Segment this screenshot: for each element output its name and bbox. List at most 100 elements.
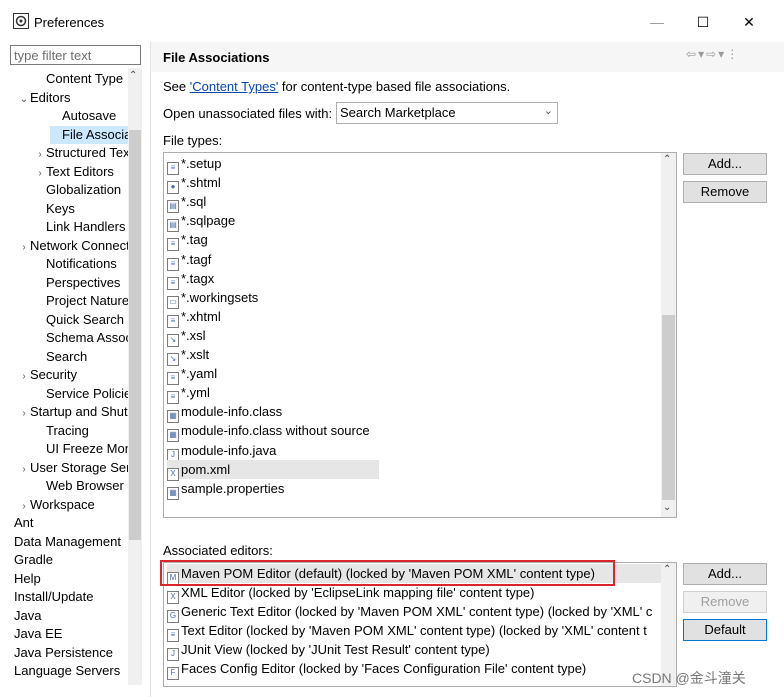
minimize-button[interactable]: — (634, 8, 680, 36)
file-type-row[interactable]: ≡ *.xhtml (167, 307, 221, 328)
file-type-label: *.tag (181, 232, 208, 248)
expand-right-icon[interactable]: › (18, 498, 30, 516)
file-type-row[interactable]: ≡ *.tagx (167, 269, 214, 290)
file-type-row[interactable]: ≡ *.tagf (167, 250, 211, 271)
content-types-link[interactable]: 'Content Types' (190, 79, 279, 94)
maximize-button[interactable]: ☐ (680, 8, 726, 36)
tree-item[interactable]: › Security (18, 366, 77, 384)
forward-icon[interactable]: ⇨ (706, 47, 718, 61)
scroll-up-icon[interactable]: ⌃ (663, 564, 671, 575)
tree-item-label: Install/Update (14, 589, 94, 604)
tree-scroll-up-icon[interactable]: ⌃ (129, 70, 137, 81)
tree-item[interactable]: Tracing (34, 422, 89, 440)
file-type-row[interactable]: ↘ *.xsl (167, 326, 206, 347)
file-type-row[interactable]: ▤ *.sqlpage (167, 211, 235, 233)
tree-item[interactable]: Autosave (50, 107, 116, 125)
remove-editor-button[interactable]: Remove (683, 591, 767, 613)
editor-label: Text Editor (locked by 'Maven POM XML' c… (181, 623, 647, 638)
tree-item[interactable]: Service Policies (34, 385, 138, 403)
tree-item[interactable]: Notifications (34, 255, 117, 273)
open-unassociated-select[interactable]: Search Marketplace ⌄ (336, 102, 558, 124)
open-unassociated-label: Open unassociated files with: (163, 106, 333, 121)
tree-item-label: Language Servers (14, 663, 121, 678)
back-menu-icon[interactable]: ▾ (698, 47, 706, 61)
tree-item[interactable]: Globalization (34, 181, 121, 199)
tree-item[interactable]: ›Startup and Shutdown (18, 403, 142, 421)
expand-down-icon[interactable]: ⌄ (18, 91, 30, 109)
expand-right-icon[interactable]: › (18, 405, 30, 423)
tree-item[interactable]: › Text Editors (34, 163, 114, 181)
scroll-up-icon[interactable]: ⌃ (663, 154, 671, 165)
tree-item[interactable]: › User Storage Service (18, 459, 142, 477)
expand-right-icon[interactable]: › (34, 165, 46, 183)
tree-item[interactable]: Content Type (34, 70, 123, 88)
file-type-label: pom.xml (181, 461, 231, 477)
remove-file-type-button[interactable]: Remove (683, 181, 767, 203)
file-type-row[interactable]: Jmodule-info.java (167, 441, 276, 462)
tree-item[interactable]: ›Data Management (10, 533, 121, 551)
expand-right-icon[interactable]: › (34, 146, 46, 164)
view-menu-icon[interactable]: ⋮ (726, 47, 740, 61)
tree-item-label: Quick Search (46, 311, 125, 327)
expand-right-icon[interactable]: › (18, 239, 30, 257)
expand-right-icon[interactable]: › (18, 368, 30, 386)
file-types-list[interactable]: ≡ *.setup ● *.shtml ▤ *.sql ▤ *.sqlpage ≡ *.tag ≡ *… (163, 152, 677, 518)
tree-item[interactable]: ›Java EE (10, 625, 62, 643)
tree-item-label: Gradle (14, 552, 54, 567)
file-type-row[interactable]: ≡ *.yml (167, 383, 210, 405)
tree-scrollbar-thumb[interactable] (129, 130, 141, 540)
tree-item[interactable]: Schema Associations (34, 329, 142, 347)
tree-item[interactable]: Quick Search (34, 311, 124, 329)
tree-item[interactable]: ›Install/Update (10, 588, 94, 606)
tree-item[interactable]: Web Browser (34, 477, 124, 495)
tree-item[interactable]: ›Java (10, 607, 41, 625)
tree-item[interactable]: › Workspace (18, 496, 94, 516)
file-type-row[interactable]: ▤ *.sql (167, 192, 206, 214)
editor-label: JUnit View (locked by 'JUnit Test Result… (181, 642, 490, 657)
file-type-row[interactable]: ▦ module-info.class without source (167, 421, 370, 443)
file-type-row[interactable]: ≡ *.yaml (167, 364, 217, 386)
tree-item[interactable]: ⌄ Editors (18, 89, 71, 109)
panel-divider[interactable] (150, 42, 151, 697)
editor-row[interactable]: J JUnit View (locked by 'JUnit Test Resul… (167, 640, 490, 661)
add-file-type-button[interactable]: Add... (683, 153, 767, 175)
tree-item-label: Project Natures (46, 293, 136, 308)
file-type-row[interactable]: Xpom.xml (167, 459, 379, 481)
file-type-row[interactable]: ▦ sample.properties (167, 479, 284, 500)
tree-item[interactable]: Link Handlers (34, 218, 126, 236)
tree-item[interactable]: UI Freeze Monitoring (34, 440, 142, 458)
file-type-label: *.yml (181, 385, 210, 401)
file-type-row[interactable]: ≡ *.tag (167, 230, 208, 252)
forward-menu-icon[interactable]: ▾ (718, 47, 726, 61)
tree-item[interactable]: ›Gradle (10, 551, 53, 569)
editor-row[interactable]: ≡ Text Editor (locked by 'Maven POM XML' … (167, 621, 647, 642)
file-type-row[interactable]: ↘ *.xslt (167, 345, 209, 366)
filter-input[interactable] (10, 45, 141, 65)
editor-row[interactable]: G Generic Text Editor (locked by 'Maven P… (167, 602, 652, 623)
file-types-scrollbar-thumb[interactable] (662, 315, 675, 500)
tree-item[interactable]: ›Language Servers (10, 662, 120, 680)
tree-item-label: Content Type (46, 71, 124, 86)
tree-item[interactable]: ›Java Persistence (10, 644, 113, 662)
file-type-row[interactable]: ▦ module-info.class (167, 402, 282, 424)
expand-right-icon[interactable]: › (18, 461, 30, 479)
tree-item[interactable]: › Network Connections (18, 237, 142, 255)
tree-item[interactable]: Keys (34, 200, 75, 218)
tree-item-label: Help (14, 570, 41, 586)
tree-item[interactable]: ›Help (10, 570, 41, 588)
tree-item[interactable]: Perspectives (34, 274, 120, 292)
tree-item[interactable]: Project Natures (34, 292, 136, 310)
file-type-label: *.xhtml (181, 308, 221, 324)
file-type-row[interactable]: ▭ *.workingsets (167, 288, 258, 309)
tree-item[interactable]: ›Ant (10, 514, 34, 532)
scroll-down-icon[interactable]: ⌄ (663, 502, 671, 513)
tree-item[interactable]: ›Structured Text Editors (34, 144, 142, 162)
default-editor-button[interactable]: Default (683, 619, 767, 641)
tree-item[interactable]: Search (34, 348, 87, 366)
back-icon[interactable]: ⇦ (686, 47, 698, 61)
close-button[interactable]: ✕ (726, 8, 772, 36)
editor-row[interactable]: F Faces Config Editor (locked by 'Faces C… (167, 659, 586, 680)
add-editor-button[interactable]: Add... (683, 563, 767, 585)
file-type-row[interactable]: ≡ *.setup (167, 154, 221, 175)
file-type-row[interactable]: ● *.shtml (167, 173, 221, 195)
